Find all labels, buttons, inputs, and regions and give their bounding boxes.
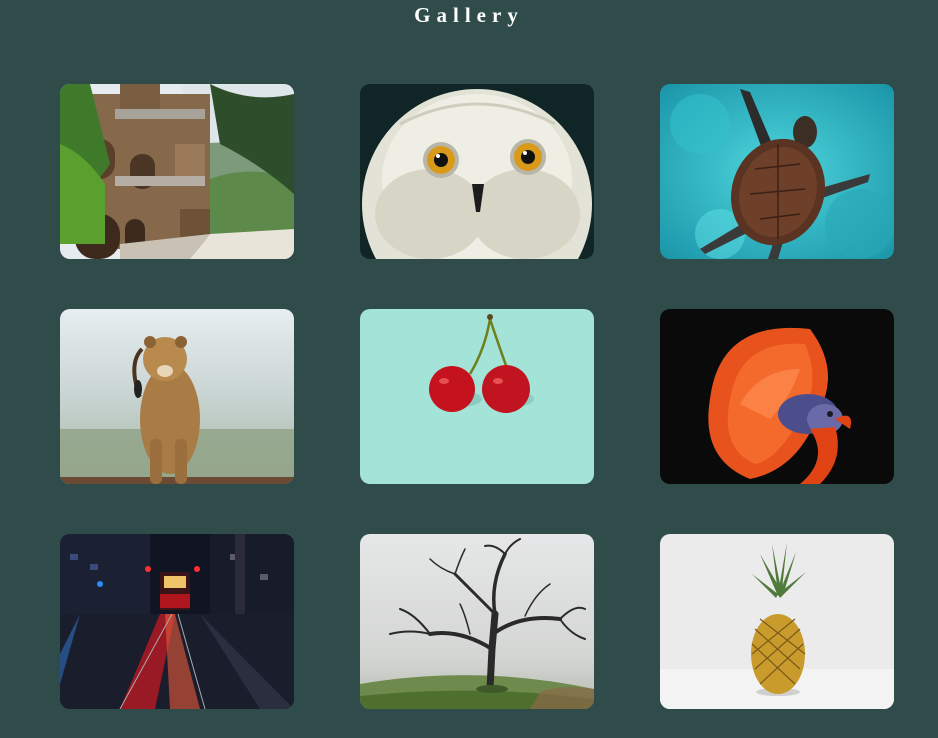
gallery-grid	[60, 84, 895, 709]
cherries-image	[360, 309, 594, 484]
betta-fish-image	[660, 309, 894, 484]
lioness-image	[60, 309, 294, 484]
gallery-item-lioness[interactable]	[60, 309, 294, 484]
page-title: Gallery	[414, 3, 524, 27]
gallery-item-castle[interactable]	[60, 84, 294, 259]
owl-image	[360, 84, 594, 259]
pineapple-image	[660, 534, 894, 709]
castle-image	[60, 84, 294, 259]
gallery-item-betta-fish[interactable]	[660, 309, 894, 484]
gallery-item-pineapple[interactable]	[660, 534, 894, 709]
gallery-item-turtle[interactable]	[660, 84, 894, 259]
gallery-item-cherries[interactable]	[360, 309, 594, 484]
tram-image	[60, 534, 294, 709]
gallery-item-tram[interactable]	[60, 534, 294, 709]
gallery-item-owl[interactable]	[360, 84, 594, 259]
tree-image	[360, 534, 594, 709]
gallery-item-tree[interactable]	[360, 534, 594, 709]
turtle-image	[660, 84, 894, 259]
